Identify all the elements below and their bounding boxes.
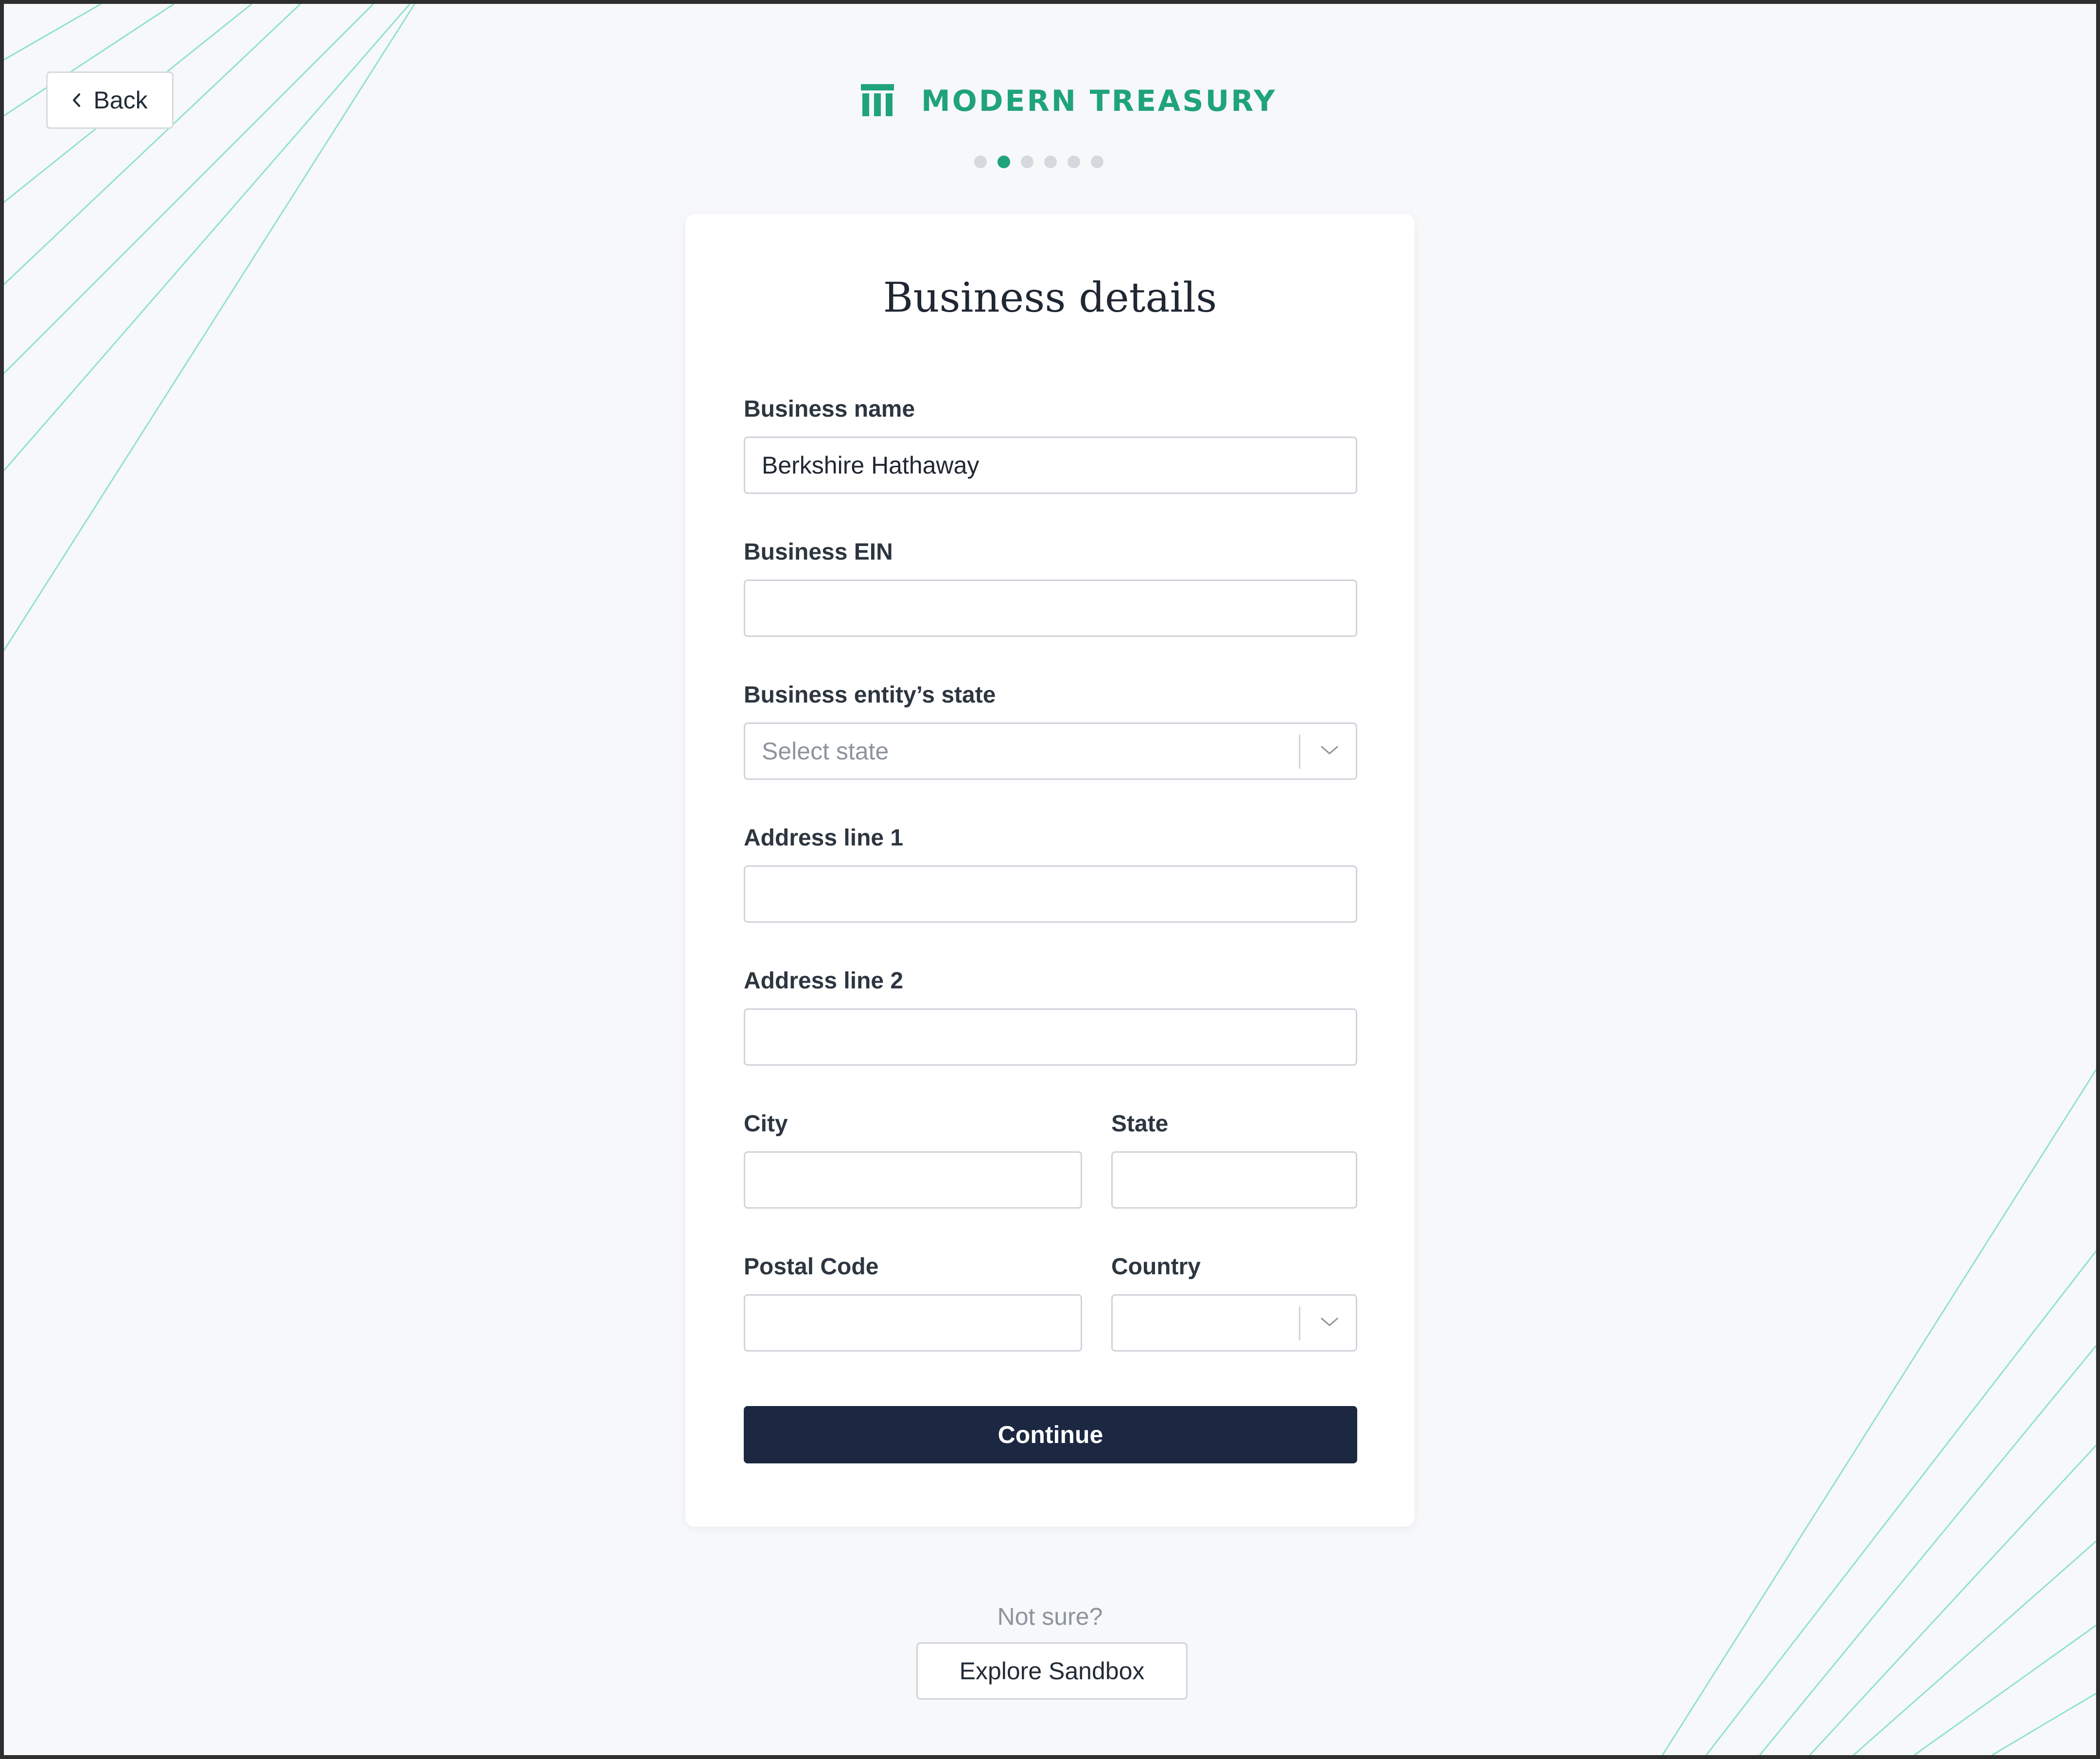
business-name-input[interactable] [744, 437, 1357, 494]
not-sure-text: Not sure? [997, 1603, 1103, 1630]
entity-state-label: Business entity’s state [744, 682, 996, 708]
step-dot [1091, 156, 1103, 168]
state-input[interactable] [1111, 1151, 1357, 1209]
city-input[interactable] [744, 1151, 1082, 1209]
back-button[interactable]: Back [46, 71, 174, 129]
address-line-1-label: Address line 1 [744, 825, 904, 851]
step-dot [974, 156, 987, 168]
business-ein-input[interactable] [744, 580, 1357, 637]
chevron-down-icon [1320, 744, 1339, 758]
postal-code-input[interactable] [744, 1294, 1082, 1352]
address-line-2-input[interactable] [744, 1008, 1357, 1066]
business-ein-label: Business EIN [744, 539, 893, 565]
chevron-left-icon [72, 93, 81, 107]
step-dot [1021, 156, 1033, 168]
address-line-1-input[interactable] [744, 865, 1357, 923]
entity-state-placeholder: Select state [762, 738, 889, 765]
business-details-card: Business details Business name Business … [685, 214, 1415, 1527]
form-title: Business details [883, 274, 1217, 321]
brand-header: MODERN TREASURY [861, 82, 1277, 121]
step-dot [1068, 156, 1080, 168]
onboarding-page: Back MODERN TREASURY Business details Bu… [4, 4, 2096, 1755]
explore-sandbox-button[interactable]: Explore Sandbox [916, 1642, 1188, 1700]
select-divider [1299, 735, 1300, 769]
address-line-2-label: Address line 2 [744, 968, 904, 994]
treasury-logo-icon [861, 84, 894, 119]
select-divider [1299, 1306, 1300, 1340]
back-label: Back [93, 87, 148, 114]
brand-name: MODERN TREASURY [921, 84, 1277, 118]
country-label: Country [1111, 1254, 1201, 1280]
step-dot [1044, 156, 1057, 168]
postal-code-label: Postal Code [744, 1254, 879, 1280]
country-select[interactable] [1111, 1294, 1357, 1352]
chevron-down-icon [1320, 1316, 1339, 1330]
city-label: City [744, 1111, 788, 1137]
continue-button[interactable]: Continue [744, 1406, 1357, 1463]
business-name-label: Business name [744, 396, 915, 422]
step-dot-current [998, 156, 1010, 168]
state-label: State [1111, 1111, 1169, 1137]
progress-steps [974, 156, 1103, 168]
entity-state-select[interactable]: Select state [744, 722, 1357, 780]
